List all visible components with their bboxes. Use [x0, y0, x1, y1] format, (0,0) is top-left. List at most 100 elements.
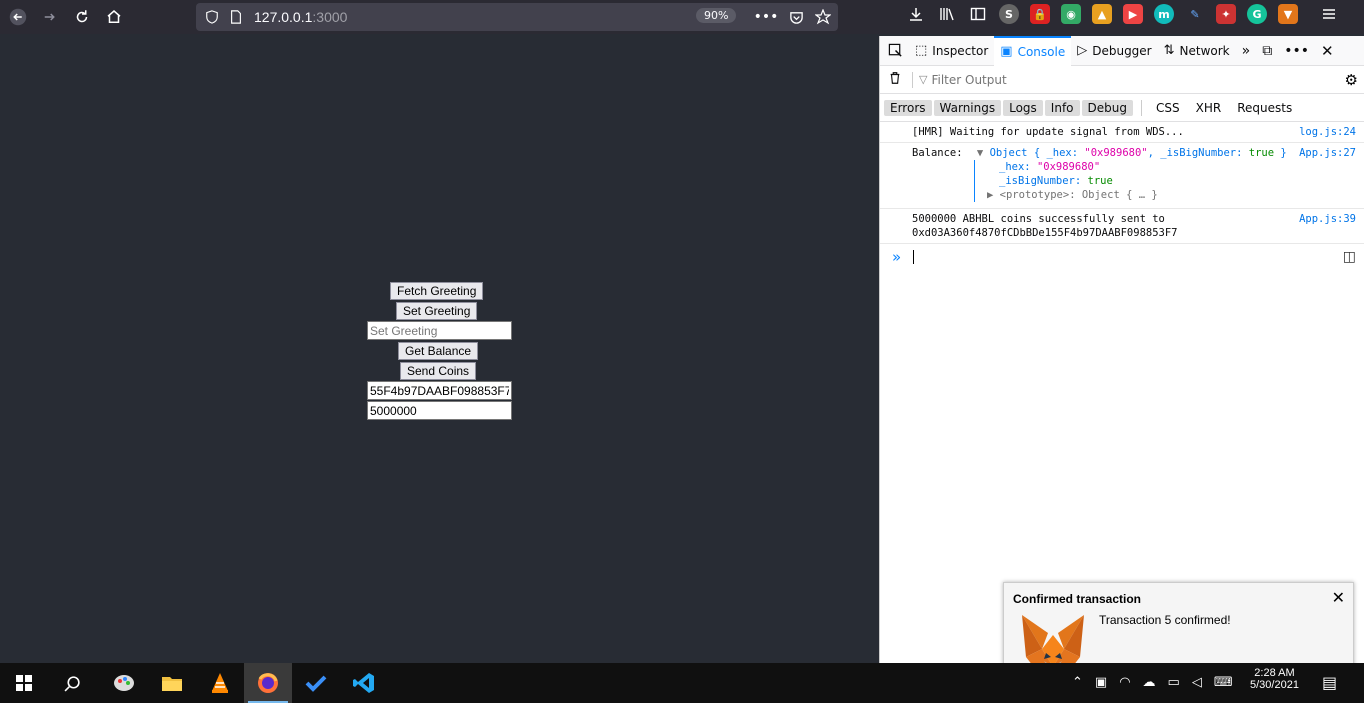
system-tray: ⌃ ▣ ◠ ☁ ▭ ◁ ⌨	[1072, 675, 1233, 690]
amount-input[interactable]	[367, 401, 512, 420]
file-explorer-icon[interactable]	[148, 663, 196, 703]
filter-errors[interactable]: Errors	[884, 99, 932, 116]
devtools-tabbar: ⬚ Inspector ▣ Console ▷ Debugger ⇅ Network »…	[880, 35, 1364, 66]
notification-title: Confirmed transaction	[1013, 592, 1142, 606]
pocket-icon[interactable]	[786, 7, 806, 27]
expand-arrow-icon[interactable]: ▼	[977, 147, 983, 159]
close-icon[interactable]: ✕	[1332, 588, 1345, 608]
firefox-icon[interactable]	[244, 663, 292, 703]
fetch-greeting-button[interactable]: Fetch Greeting	[390, 282, 484, 300]
notification-message: Transaction 5 confirmed!	[1099, 613, 1231, 627]
tab-network[interactable]: ⇅ Network	[1158, 36, 1236, 66]
windows-start-icon[interactable]	[0, 663, 48, 703]
filter-debug[interactable]: Debug	[1081, 99, 1133, 116]
log-message: [HMR] Waiting for update signal from WDS…	[912, 126, 1184, 138]
log-entry: 5000000 ABHBL coins successfully sent to…	[880, 209, 1364, 244]
extension-s-icon[interactable]: S	[999, 4, 1019, 24]
vscode-icon[interactable]	[340, 663, 388, 703]
notification-center-icon[interactable]: ▤	[1322, 673, 1337, 692]
filter-input[interactable]	[931, 72, 1312, 87]
more-tabs-icon[interactable]: »	[1236, 36, 1257, 66]
game-extension-icon[interactable]: ✦	[1216, 4, 1236, 24]
library-icon[interactable]	[937, 4, 957, 24]
menu-icon[interactable]	[1319, 4, 1339, 24]
prototype-text: <prototype>: Object { … }	[999, 189, 1158, 201]
chevron-up-icon[interactable]: ⌃	[1072, 675, 1083, 690]
log-source-link[interactable]: App.js:39	[1299, 212, 1356, 226]
object-properties: _hex: "0x989680" _isBigNumber: true ▶ <p…	[974, 160, 1364, 202]
todo-icon[interactable]	[292, 663, 340, 703]
grammarly-icon[interactable]: G	[1247, 4, 1267, 24]
reload-icon[interactable]	[68, 3, 96, 31]
prompt-chevron-icon: »	[892, 248, 902, 266]
expand-arrow-icon[interactable]: ▶	[987, 189, 993, 201]
get-balance-button[interactable]: Get Balance	[398, 342, 479, 360]
send-coins-button[interactable]: Send Coins	[400, 362, 477, 380]
wifi-icon[interactable]: ◠	[1119, 675, 1130, 690]
url-text[interactable]: 127.0.0.1:3000	[254, 9, 347, 25]
clock-time: 2:28 AM	[1254, 667, 1295, 679]
m-extension-icon[interactable]: m	[1154, 4, 1174, 24]
home-icon[interactable]	[100, 3, 128, 31]
close-devtools-icon[interactable]: ✕	[1315, 36, 1340, 66]
filter-logs[interactable]: Logs	[1003, 99, 1043, 116]
tab-debugger[interactable]: ▷ Debugger	[1071, 36, 1157, 66]
search-icon[interactable]	[48, 663, 96, 703]
element-picker-icon[interactable]	[880, 36, 909, 66]
filter-info[interactable]: Info	[1044, 99, 1080, 116]
filter-xhr[interactable]: XHR	[1188, 100, 1230, 116]
page-icon	[226, 7, 246, 27]
property-row: _hex: "0x989680"	[999, 160, 1364, 174]
hex-value: "0x989680"	[1084, 147, 1148, 159]
log-label: Balance:	[912, 147, 963, 159]
log-source-link[interactable]: App.js:27	[1299, 146, 1356, 160]
shield-icon[interactable]	[202, 7, 222, 27]
clock[interactable]: 2:28 AM 5/30/2021	[1250, 667, 1299, 691]
filter-requests[interactable]: Requests	[1229, 100, 1300, 116]
tab-inspector[interactable]: ⬚ Inspector	[909, 36, 994, 66]
flag-extension-icon[interactable]: ▶	[1123, 4, 1143, 24]
object-summary[interactable]: Object { _hex:	[990, 147, 1085, 159]
battery-icon[interactable]: ▭	[1168, 675, 1180, 690]
property-row[interactable]: ▶ <prototype>: Object { … }	[987, 188, 1364, 202]
lock-extension-icon[interactable]: 🔒	[1030, 4, 1050, 24]
editor-mode-icon[interactable]: ◫	[1343, 249, 1356, 265]
vlc-icon[interactable]	[196, 663, 244, 703]
tab-console[interactable]: ▣ Console	[994, 35, 1072, 66]
devtools-menu-icon[interactable]: •••	[1278, 36, 1315, 66]
debugger-icon: ▷	[1077, 43, 1088, 58]
property-key: _isBigNumber:	[999, 175, 1082, 187]
url-bar[interactable]: 127.0.0.1:3000 90% •••	[196, 3, 838, 31]
page-content: Fetch Greeting Set Greeting Get Balance …	[0, 36, 879, 663]
console-filter-bar: ▽ ⚙	[880, 66, 1364, 94]
text-cursor	[913, 250, 915, 264]
filter-css[interactable]: CSS	[1148, 100, 1188, 116]
sidebar-icon[interactable]	[968, 4, 988, 24]
console-input[interactable]: » ◫	[880, 244, 1364, 270]
greeting-input[interactable]	[367, 321, 512, 340]
meet-icon[interactable]: ▣	[1095, 675, 1107, 690]
property-value: "0x989680"	[1036, 161, 1101, 173]
onedrive-icon[interactable]: ☁	[1143, 675, 1156, 690]
address-input[interactable]	[367, 381, 512, 400]
dock-icon[interactable]: ⧉	[1256, 36, 1278, 66]
pizza-extension-icon[interactable]: ▲	[1092, 4, 1112, 24]
forward-button-icon[interactable]	[36, 3, 64, 31]
paint-app-icon[interactable]	[100, 663, 148, 703]
set-greeting-button[interactable]: Set Greeting	[396, 302, 478, 320]
more-actions-icon[interactable]: •••	[754, 7, 779, 27]
zoom-level[interactable]: 90%	[696, 8, 737, 23]
volume-icon[interactable]: ◁	[1192, 675, 1202, 690]
log-source-link[interactable]: log.js:24	[1299, 125, 1356, 139]
back-button-icon[interactable]	[4, 3, 32, 31]
metamask-icon[interactable]: ▼	[1278, 4, 1298, 24]
filter-warnings[interactable]: Warnings	[933, 99, 1002, 116]
console-settings-icon[interactable]: ⚙	[1345, 71, 1358, 89]
pen-extension-icon[interactable]: ✎	[1185, 4, 1205, 24]
downloads-icon[interactable]	[906, 4, 926, 24]
bookmark-star-icon[interactable]	[813, 7, 833, 27]
owl-extension-icon[interactable]: ◉	[1061, 4, 1081, 24]
trash-icon[interactable]	[888, 71, 906, 88]
property-value: true	[1087, 175, 1113, 187]
language-icon[interactable]: ⌨	[1214, 675, 1233, 690]
